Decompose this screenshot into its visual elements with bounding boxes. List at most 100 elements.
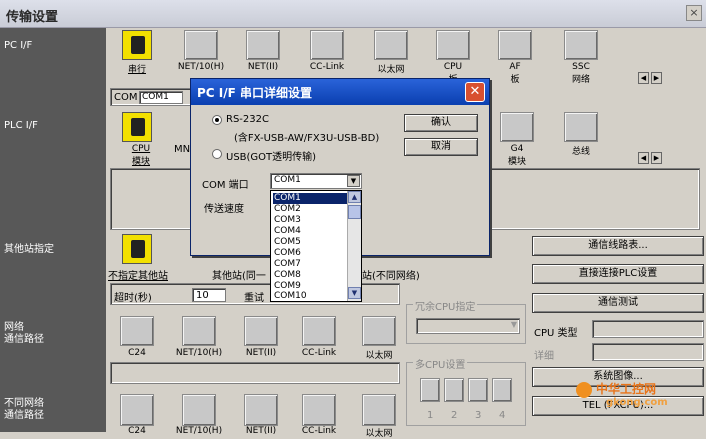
pc-if-cclink-label: CC-Link — [309, 62, 345, 72]
pc-if-scroll-left[interactable]: ◀ — [638, 72, 649, 84]
route-net2-icon[interactable] — [244, 316, 278, 346]
route-ethernet-icon[interactable] — [362, 316, 396, 346]
cpu-type-field — [592, 320, 704, 338]
bus-icon[interactable] — [564, 112, 598, 142]
com-port-dropdown-icon[interactable]: ▼ — [347, 175, 360, 187]
diff-net2-icon[interactable] — [244, 394, 278, 426]
com-option[interactable]: COM8 — [273, 270, 347, 281]
redundant-cpu-select[interactable]: ▼ — [416, 318, 520, 334]
redundant-cpu-dropdown-icon: ▼ — [510, 320, 517, 329]
g4-module-icon[interactable] — [500, 112, 534, 142]
com-strip-value: COM1 — [142, 92, 169, 102]
other-station-same-label: 其他站(同一 — [212, 271, 266, 282]
pc-if-ssc-label: SSC — [572, 62, 590, 72]
detail-label: 详细 — [534, 351, 554, 362]
pc-if-net10h-label: NET/10(H) — [177, 62, 225, 72]
diff-c24-icon[interactable] — [120, 394, 154, 426]
diff-ethernet-icon[interactable] — [362, 394, 396, 426]
com-option[interactable]: COM3 — [273, 215, 347, 226]
left-label-panel: PC I/F PLC I/F 其他站指定 网络 通信路径 不同网络 通信路径 — [0, 28, 106, 432]
serial-icon[interactable] — [122, 30, 152, 60]
watermark-text-1: 中华工控网 — [596, 382, 657, 396]
multi-cpu-3-icon[interactable] — [468, 378, 488, 402]
other-station-diff-label: 站(不同网络) — [362, 271, 420, 282]
route-net10h-label: NET/10(H) — [175, 348, 223, 358]
diff-ethernet-label: 以太网 — [365, 429, 393, 439]
com-port-value: COM1 — [274, 175, 301, 185]
label-diff-network-1: 不同网络 — [4, 398, 44, 409]
multi-cpu-label: 多CPU设置 — [413, 356, 468, 371]
window-close-button[interactable]: × — [686, 5, 702, 21]
com-option[interactable]: COM6 — [273, 248, 347, 259]
route-ethernet-label: 以太网 — [365, 351, 393, 361]
net2-icon[interactable] — [246, 30, 280, 60]
window-title: 传输设置 — [6, 10, 59, 25]
cpu-board-icon[interactable] — [436, 30, 470, 60]
route-table-button[interactable]: 通信线路表... — [532, 236, 704, 256]
label-network-route-1: 网络 — [4, 322, 24, 333]
label-pc-if: PC I/F — [4, 40, 33, 51]
dialog-close-button[interactable]: ✕ — [465, 82, 485, 102]
watermark-text-2: gkong.com — [606, 397, 668, 408]
pc-if-scroll-right[interactable]: ▶ — [651, 72, 662, 84]
diff-net10h-icon[interactable] — [182, 394, 216, 426]
multi-cpu-2-icon[interactable] — [444, 378, 464, 402]
pc-if-serial-label: 串行 — [127, 65, 146, 75]
rs232c-radio[interactable] — [212, 115, 222, 125]
rs232c-note: (含FX-USB-AW/FX3U-USB-BD) — [234, 133, 380, 144]
timeout-label: 超时(秒) — [114, 293, 152, 304]
com-option[interactable]: COM1 — [273, 193, 347, 204]
plc-cpu-icon[interactable] — [122, 112, 152, 142]
multi-cpu-num-1: 1 — [427, 410, 434, 421]
ssc-network-icon[interactable] — [564, 30, 598, 60]
plc-if-bus-label: 总线 — [571, 147, 590, 157]
usb-radio[interactable] — [212, 149, 222, 159]
pc-if-ethernet-label: 以太网 — [377, 65, 405, 75]
route-detail-box — [110, 362, 400, 384]
ethernet-icon[interactable] — [374, 30, 408, 60]
multi-cpu-4-icon[interactable] — [492, 378, 512, 402]
dialog-cancel-button[interactable]: 取消 — [404, 138, 478, 156]
timeout-input[interactable]: 10 — [192, 288, 226, 302]
direct-plc-button[interactable]: 直接连接PLC设置 — [532, 264, 704, 284]
multi-cpu-1-icon[interactable] — [420, 378, 440, 402]
com-option[interactable]: COM10 — [273, 291, 347, 302]
rs232c-label: RS-232C — [226, 114, 269, 125]
watermark-gear-icon — [576, 382, 592, 398]
com-option[interactable]: COM4 — [273, 226, 347, 237]
pc-if-net2-label: NET(II) — [247, 62, 279, 72]
route-net10h-icon[interactable] — [182, 316, 216, 346]
route-cclink-icon[interactable] — [302, 316, 336, 346]
com-option[interactable]: COM5 — [273, 237, 347, 248]
dialog-titlebar: PC I/F 串口详细设置 ✕ — [191, 79, 489, 105]
scroll-up-icon[interactable]: ▲ — [348, 191, 361, 203]
plc-if-scroll-left[interactable]: ◀ — [638, 152, 649, 164]
route-c24-label: C24 — [128, 348, 146, 358]
net10h-icon[interactable] — [184, 30, 218, 60]
plc-if-cpu-label: CPU — [131, 144, 151, 154]
diff-cclink-icon[interactable] — [302, 394, 336, 426]
com-port-select[interactable]: COM1 ▼ — [270, 173, 362, 189]
no-other-station-icon[interactable] — [122, 234, 152, 264]
com-option[interactable]: COM7 — [273, 259, 347, 270]
baud-label: 传送速度 — [204, 204, 244, 215]
label-diff-network-2: 通信路径 — [4, 410, 44, 421]
window-titlebar: 传输设置 × — [0, 0, 706, 28]
dialog-title: PC I/F 串口详细设置 — [197, 86, 313, 100]
com-option[interactable]: COM2 — [273, 204, 347, 215]
plc-if-cpu-sub: 模块 — [131, 157, 150, 167]
cpu-type-label: CPU 类型 — [534, 328, 578, 339]
com-port-label: COM 端口 — [202, 180, 249, 191]
dialog-ok-button[interactable]: 确认 — [404, 114, 478, 132]
af-board-icon[interactable] — [498, 30, 532, 60]
plc-if-scroll-right[interactable]: ▶ — [651, 152, 662, 164]
route-c24-icon[interactable] — [120, 316, 154, 346]
comm-test-button[interactable]: 通信测试 — [532, 293, 704, 313]
com-list-scrollbar[interactable]: ▲ ▼ — [347, 191, 361, 301]
scroll-thumb[interactable] — [348, 205, 361, 219]
scroll-down-icon[interactable]: ▼ — [348, 287, 361, 299]
plc-if-g4-label: G4 — [510, 144, 524, 154]
diff-c24-label: C24 — [128, 426, 146, 436]
cclink-icon[interactable] — [310, 30, 344, 60]
usb-label: USB(GOT透明传输) — [226, 152, 317, 163]
